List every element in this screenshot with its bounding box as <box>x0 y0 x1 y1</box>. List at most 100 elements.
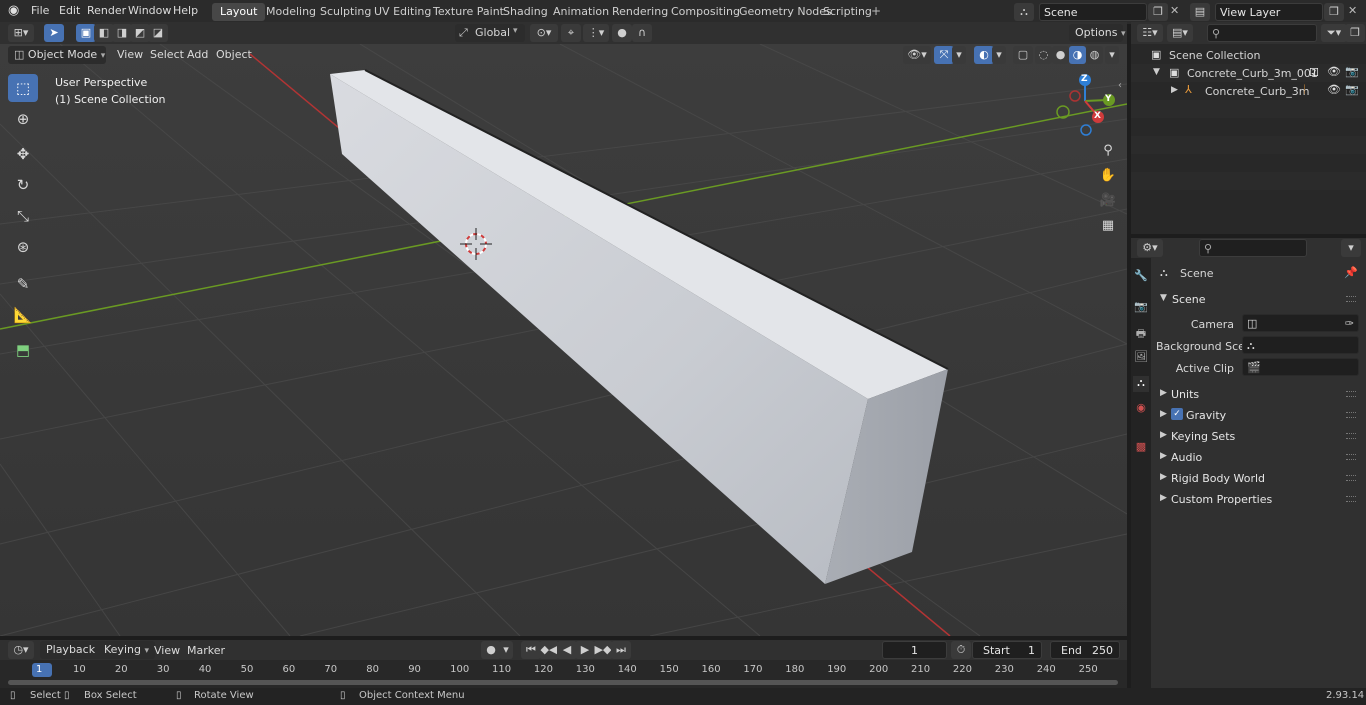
3d-viewport[interactable]: Z Y X User Perspective (1) Scene Collect… <box>0 44 1127 636</box>
blender-logo-icon[interactable]: ◉ <box>8 3 19 18</box>
next-keyframe-icon[interactable]: ▶◆ <box>593 641 613 659</box>
drag-grip-icon[interactable] <box>1346 412 1356 418</box>
transform-orientation-dropdown[interactable]: ⤢ Global ▾ <box>455 24 525 42</box>
menu-help[interactable]: Help <box>173 4 198 17</box>
play-icon[interactable]: ▶ <box>575 641 595 659</box>
scene-tab-icon[interactable]: ⛬ <box>1133 376 1149 392</box>
properties-editor-type-icon[interactable]: ⚙▾ <box>1137 239 1163 257</box>
panel-rigid-body-world[interactable]: ▶ Rigid Body World <box>1156 469 1362 489</box>
outliner-search-input[interactable]: ⚲ <box>1207 24 1317 42</box>
viewport-menu-select[interactable]: Select <box>150 48 184 61</box>
gravity-checkbox[interactable]: ✓ <box>1171 408 1183 420</box>
menu-render[interactable]: Render <box>87 4 126 17</box>
scale-tool-icon[interactable]: ⤡ <box>8 202 38 230</box>
gizmo-toggle-icon[interactable]: ⤧ <box>934 46 954 64</box>
outliner-editor-type-icon[interactable]: ☷▾ <box>1137 24 1163 42</box>
eye-icon[interactable]: 👁 <box>1327 83 1341 96</box>
panel-gravity[interactable]: ▶ ✓ Gravity <box>1156 406 1362 426</box>
menu-edit[interactable]: Edit <box>59 4 80 17</box>
zoom-view-icon[interactable]: ⚲ <box>1097 140 1119 162</box>
drag-grip-icon[interactable] <box>1346 296 1356 302</box>
timeline-menu-view[interactable]: View <box>154 644 180 657</box>
output-tab-icon[interactable]: 🖶 <box>1133 325 1149 341</box>
properties-options-icon[interactable]: ▾ <box>1341 239 1361 257</box>
background-scene-field[interactable]: ⛬ <box>1242 336 1359 354</box>
eye-icon[interactable]: 👁 <box>1327 65 1341 78</box>
drag-grip-icon[interactable] <box>1346 433 1356 439</box>
new-scene-icon[interactable]: ❐ <box>1148 3 1168 21</box>
transform-tool-icon[interactable]: ⊛ <box>8 233 38 261</box>
viewport-menu-add[interactable]: Add <box>187 48 208 61</box>
render-tab-icon[interactable]: 📷 <box>1133 300 1149 316</box>
current-frame-field[interactable]: 1 <box>882 641 947 659</box>
add-cube-tool-icon[interactable]: ⬒ <box>8 336 38 364</box>
xray-toggle-icon[interactable]: ▢ <box>1013 46 1033 64</box>
keying-set-icon[interactable]: ▾ <box>499 641 513 659</box>
properties-search-input[interactable]: ⚲ <box>1199 239 1307 257</box>
select-subtract-icon[interactable]: ◨ <box>112 24 132 42</box>
panel-audio[interactable]: ▶ Audio <box>1156 448 1362 468</box>
drag-grip-icon[interactable] <box>1346 391 1356 397</box>
preview-range-icon[interactable]: ⏱ <box>951 641 971 659</box>
tool-tab-icon[interactable]: 🔧 <box>1133 269 1149 285</box>
drag-grip-icon[interactable] <box>1346 475 1356 481</box>
new-collection-icon[interactable]: ❐ <box>1345 24 1365 42</box>
display-mode-icon[interactable]: ▤▾ <box>1167 24 1193 42</box>
panel-units[interactable]: ▶ Units <box>1156 385 1362 405</box>
select-extend-icon[interactable]: ◧ <box>94 24 114 42</box>
shading-rendered-icon[interactable]: ◍ <box>1086 46 1103 64</box>
menu-window[interactable]: Window <box>128 4 171 17</box>
select-invert-icon[interactable]: ◩ <box>130 24 150 42</box>
measure-tool-icon[interactable]: 📐 <box>8 301 38 329</box>
select-tool-icon[interactable]: ➤ <box>44 24 64 42</box>
panel-keying-sets[interactable]: ▶ Keying Sets <box>1156 427 1362 447</box>
expand-arrow-icon[interactable]: ▶ <box>1171 85 1178 95</box>
outliner-row-collection[interactable]: ▼ ▣ Concrete_Curb_3m_001 ☑ 👁 📷 <box>1131 64 1366 82</box>
select-intersect-icon[interactable]: ◪ <box>148 24 168 42</box>
outliner-row-scene-collection[interactable]: ▣ Scene Collection <box>1131 46 1366 64</box>
drag-grip-icon[interactable] <box>1346 454 1356 460</box>
jump-end-icon[interactable]: ⏭ <box>611 641 631 659</box>
timeline-menu-keying[interactable]: Keying ▾ <box>98 641 155 659</box>
overlays-toggle-icon[interactable]: ◐ <box>974 46 994 64</box>
gizmo-dropdown-icon[interactable]: ▾ <box>952 46 966 64</box>
annotate-tool-icon[interactable]: ✎ <box>8 270 38 298</box>
proportional-edit-icon[interactable]: ● <box>612 24 632 42</box>
pivot-point-icon[interactable]: ⊙▾ <box>530 24 558 42</box>
view-layer-tab-icon[interactable]: 🖼 <box>1133 350 1149 366</box>
options-dropdown[interactable]: Options ▾ <box>1069 24 1125 42</box>
panel-scene-header[interactable]: ▼ Scene <box>1156 290 1362 310</box>
view-layer-field[interactable]: View Layer <box>1215 3 1323 21</box>
cursor-tool-icon[interactable]: ⊕ <box>8 105 38 133</box>
viewport-menu-view[interactable]: View <box>117 48 143 61</box>
editor-type-icon[interactable]: ⊞▾ <box>8 24 34 42</box>
delete-scene-icon[interactable]: ✕ <box>1170 4 1179 17</box>
pin-icon[interactable]: 📌 <box>1344 266 1358 279</box>
pan-view-icon[interactable]: ✋ <box>1097 165 1119 187</box>
mode-dropdown[interactable]: ◫ Object Mode ▾ <box>8 46 106 64</box>
scene-type-icon[interactable]: ⛬ <box>1014 3 1034 21</box>
auto-keying-icon[interactable]: ● <box>481 641 501 659</box>
sidebar-toggle-icon[interactable]: ‹ <box>1118 80 1122 91</box>
timeline-scrollbar[interactable] <box>8 680 1118 685</box>
panel-custom-properties[interactable]: ▶ Custom Properties <box>1156 490 1362 510</box>
shading-wireframe-icon[interactable]: ◌ <box>1035 46 1052 64</box>
shading-dropdown-icon[interactable]: ▾ <box>1105 46 1119 64</box>
select-new-icon[interactable]: ▣ <box>76 24 96 42</box>
outliner[interactable]: ☷▾ ▤▾ ⚲ ⏷▾ ❐ ▣ Scene Collection ▼ ▣ Conc… <box>1131 22 1366 234</box>
scene-name-field[interactable]: Scene <box>1039 3 1147 21</box>
camera-render-icon[interactable]: 📷 <box>1345 83 1359 96</box>
shading-material-icon[interactable]: ◑ <box>1069 46 1086 64</box>
world-tab-icon[interactable]: ◉ <box>1133 401 1149 417</box>
eyedropper-icon[interactable]: ✑ <box>1345 317 1354 330</box>
jump-start-icon[interactable]: ⏮ <box>521 641 541 659</box>
filter-icon[interactable]: ⏷▾ <box>1321 24 1347 42</box>
delete-view-layer-icon[interactable]: ✕ <box>1348 4 1357 17</box>
prev-keyframe-icon[interactable]: ◆◀ <box>539 641 559 659</box>
proportional-falloff-icon[interactable]: ∩ <box>632 24 652 42</box>
view-layer-icon[interactable]: ▤ <box>1190 3 1210 21</box>
include-checkbox-icon[interactable]: ☑ <box>1309 66 1319 79</box>
viewport-menu-object[interactable]: Object <box>216 48 252 61</box>
camera-render-icon[interactable]: 📷 <box>1345 65 1359 78</box>
new-view-layer-icon[interactable]: ❐ <box>1324 3 1344 21</box>
